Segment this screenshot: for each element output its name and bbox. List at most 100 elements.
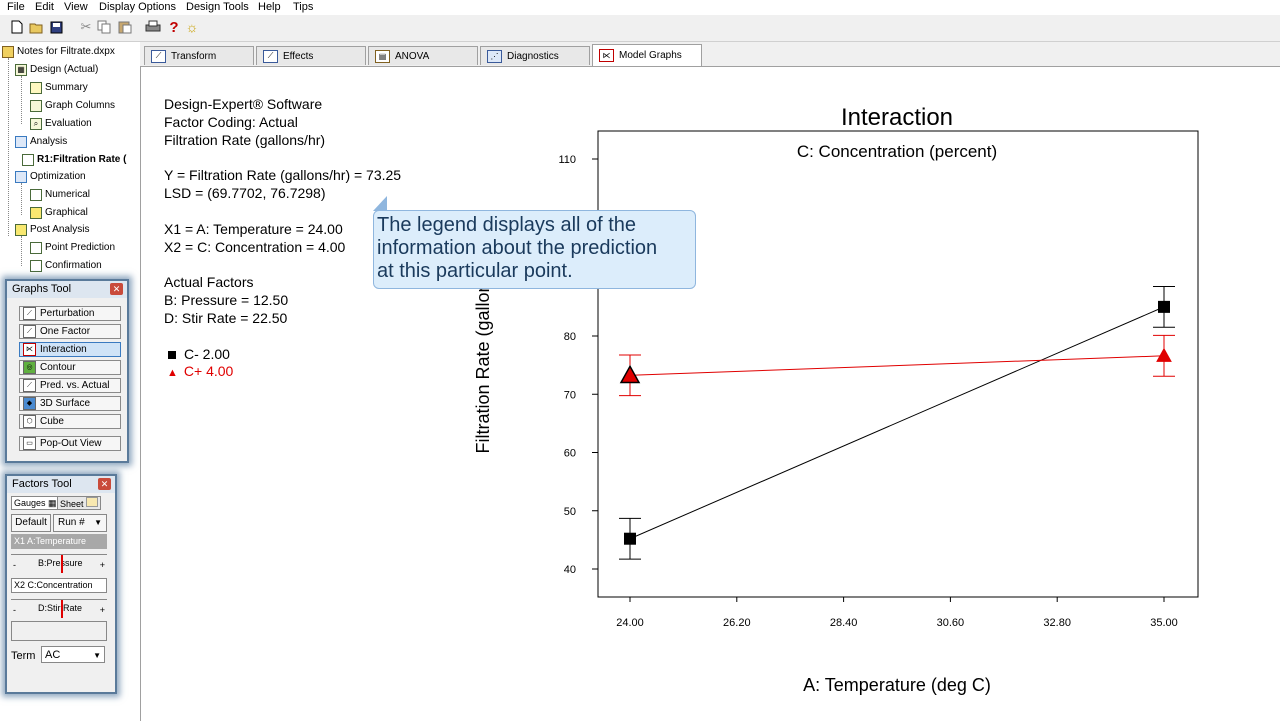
callout-line-2: information about the prediction xyxy=(377,237,658,259)
menu-display-options[interactable]: Display Options xyxy=(99,0,176,15)
confirmation-icon xyxy=(30,260,42,272)
square-marker-icon xyxy=(168,351,176,359)
factor-pressure-slider[interactable]: - B:Pressure + xyxy=(11,554,107,573)
folder-icon xyxy=(2,46,14,58)
default-button[interactable]: Default xyxy=(11,514,51,532)
magnifier-icon: ⌕ xyxy=(30,118,42,130)
slider-handle[interactable] xyxy=(61,555,63,573)
term-select[interactable]: AC ▼ xyxy=(41,646,105,663)
open-icon[interactable] xyxy=(28,19,44,35)
pop-out-icon: ▭ xyxy=(23,437,36,450)
tip-icon[interactable]: ☼ xyxy=(184,19,200,35)
tab-effects[interactable]: ⟋ Effects xyxy=(256,46,366,65)
one-factor-button[interactable]: ⟋ One Factor xyxy=(19,324,121,339)
tree-item-summary[interactable]: Summary xyxy=(30,81,88,95)
toolbar: ✂ ? ☼ xyxy=(0,15,1280,42)
menu-file[interactable]: File xyxy=(7,0,25,15)
legend-x1: X1 = A: Temperature = 24.00 xyxy=(164,221,343,237)
tree-item-r1[interactable]: R1:Filtration Rate ( xyxy=(22,153,126,167)
tab-sheet[interactable]: Sheet xyxy=(57,496,101,510)
new-icon[interactable] xyxy=(9,19,25,35)
copy-icon[interactable] xyxy=(96,19,112,35)
3d-surface-icon: ◆ xyxy=(23,397,36,410)
tree-item-optimization[interactable]: Optimization xyxy=(15,170,86,184)
graph-pane xyxy=(141,66,1280,722)
factor-stir-rate-slider[interactable]: - D:Stir Rate + xyxy=(11,599,107,618)
factor-x1-temperature[interactable]: X1 A:Temperature xyxy=(11,534,107,549)
pred-vs-actual-button[interactable]: ⟋ Pred. vs. Actual xyxy=(19,378,121,393)
callout-tail xyxy=(373,196,387,211)
legend-lsd: LSD = (69.7702, 76.7298) xyxy=(164,185,326,201)
perturbation-icon: ⟋ xyxy=(23,307,36,320)
tree-item-analysis[interactable]: Analysis xyxy=(15,135,67,149)
close-icon[interactable]: ✕ xyxy=(98,478,111,490)
tree-item-graph-columns[interactable]: Graph Columns xyxy=(30,99,115,113)
contour-button[interactable]: ◎ Contour xyxy=(19,360,121,375)
perturbation-button[interactable]: ⟋ Perturbation xyxy=(19,306,121,321)
print-icon[interactable] xyxy=(145,19,161,35)
effects-icon: ⟋ xyxy=(263,49,278,63)
tree-root[interactable]: Notes for Filtrate.dxpx xyxy=(2,45,115,59)
menu-tips[interactable]: Tips xyxy=(293,0,313,15)
tree-item-numerical[interactable]: Numerical xyxy=(30,188,90,202)
tree-item-confirmation[interactable]: Confirmation xyxy=(30,259,102,273)
menu-edit[interactable]: Edit xyxy=(35,0,54,15)
slider-handle[interactable] xyxy=(61,600,63,618)
callout-line-3: at this particular point. xyxy=(377,260,573,282)
tip-callout: The legend displays all of the informati… xyxy=(373,210,696,289)
diagnostics-icon: ⋰ xyxy=(487,49,502,63)
graphical-icon xyxy=(30,207,42,219)
3d-surface-button[interactable]: ◆ 3D Surface xyxy=(19,396,121,411)
legend-c-minus: C- 2.00 xyxy=(164,345,230,363)
tab-diagnostics[interactable]: ⋰ Diagnostics xyxy=(480,46,590,65)
run-select[interactable]: Run # ▼ xyxy=(53,514,107,532)
tab-transform[interactable]: ⟋ Transform xyxy=(144,46,254,65)
factor-blank-field xyxy=(11,621,107,641)
transform-icon: ⟋ xyxy=(151,49,166,63)
pred-vs-actual-icon: ⟋ xyxy=(23,379,36,392)
sheet-icon xyxy=(86,497,99,507)
tree-item-evaluation[interactable]: ⌕ Evaluation xyxy=(30,117,92,131)
tab-model-graphs[interactable]: ⋉ Model Graphs xyxy=(592,44,702,66)
menu-design-tools[interactable]: Design Tools xyxy=(186,0,249,15)
numerical-icon xyxy=(30,189,42,201)
menu-help[interactable]: Help xyxy=(258,0,281,15)
chevron-down-icon: ▼ xyxy=(93,651,101,660)
tree-item-post-analysis[interactable]: Post Analysis xyxy=(15,223,89,237)
help-icon[interactable]: ? xyxy=(166,19,182,36)
legend-y-value: Y = Filtration Rate (gallons/hr) = 73.25 xyxy=(164,167,402,183)
close-icon[interactable]: ✕ xyxy=(110,283,123,295)
cube-button[interactable]: ⬡ Cube xyxy=(19,414,121,429)
contour-icon: ◎ xyxy=(23,361,36,374)
tree-item-point-prediction[interactable]: Point Prediction xyxy=(30,241,115,255)
paste-icon[interactable] xyxy=(117,19,133,35)
cube-icon: ⬡ xyxy=(23,415,36,428)
factor-x2-concentration[interactable]: X2 C:Concentration xyxy=(11,578,107,593)
factors-tool-panel: Factors Tool ✕ Gauges ▦ Sheet Default Ru… xyxy=(5,474,117,694)
save-icon[interactable] xyxy=(48,19,64,35)
callout-line-1: The legend displays all of the xyxy=(377,214,637,236)
tree-item-design[interactable]: ▦ Design (Actual) xyxy=(15,63,98,77)
one-factor-icon: ⟋ xyxy=(23,325,36,338)
menu-view[interactable]: View xyxy=(64,0,88,15)
post-analysis-icon xyxy=(15,224,27,236)
legend-c-plus: ▲ C+ 4.00 xyxy=(164,362,233,382)
anova-icon: ▤ xyxy=(375,49,390,63)
graphs-tool-panel: Graphs Tool ✕ ⟋ Perturbation ⟋ One Factor … xyxy=(5,279,129,463)
term-label: Term xyxy=(11,650,36,662)
pop-out-view-button[interactable]: ▭ Pop-Out View xyxy=(19,436,121,451)
interaction-button[interactable]: ⋉ Interaction xyxy=(19,342,121,357)
grid-icon: ▦ xyxy=(15,64,27,76)
tab-gauges[interactable]: Gauges ▦ xyxy=(11,496,59,510)
tab-anova[interactable]: ▤ ANOVA xyxy=(368,46,478,65)
menu-bar: File Edit View Display Options Design To… xyxy=(0,0,1280,15)
graph-columns-icon xyxy=(30,100,42,112)
graphs-tool-title: Graphs Tool xyxy=(7,281,127,298)
legend-software: Design-Expert® Software xyxy=(164,96,323,112)
tree-item-graphical[interactable]: Graphical xyxy=(30,206,88,220)
triangle-marker-icon: ▲ xyxy=(167,367,178,379)
chevron-down-icon: ▼ xyxy=(94,518,102,527)
legend-response: Filtration Rate (gallons/hr) xyxy=(164,132,326,148)
legend-actual-factors: Actual Factors xyxy=(164,274,254,290)
cut-icon[interactable]: ✂ xyxy=(78,19,94,35)
